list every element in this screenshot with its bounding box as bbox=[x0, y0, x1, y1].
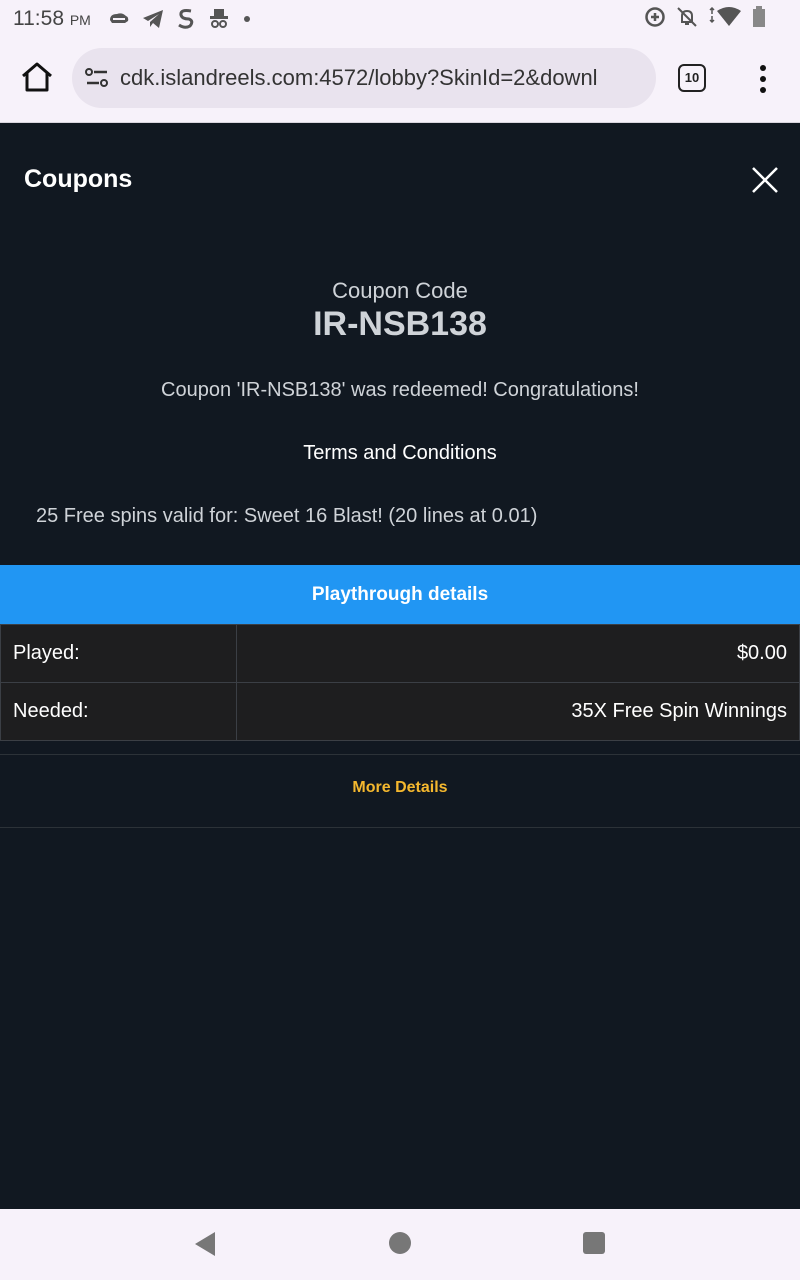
more-details-row: More Details bbox=[0, 754, 800, 828]
wifi-icon bbox=[709, 7, 741, 26]
browser-toolbar: cdk.islandreels.com:4572/lobby?SkinId=2&… bbox=[0, 38, 800, 124]
played-value: $0.00 bbox=[235, 624, 800, 683]
address-bar[interactable]: cdk.islandreels.com:4572/lobby?SkinId=2&… bbox=[72, 48, 656, 108]
dot-icon bbox=[244, 16, 250, 22]
back-icon[interactable] bbox=[193, 1231, 217, 1257]
playthrough-table: Played: $0.00 Needed: 35X Free Spin Winn… bbox=[0, 624, 800, 741]
site-settings-icon[interactable] bbox=[84, 67, 110, 89]
s-icon bbox=[178, 9, 194, 29]
coupon-code-label: Coupon Code bbox=[332, 278, 468, 303]
url-text[interactable]: cdk.islandreels.com:4572/lobby?SkinId=2&… bbox=[120, 65, 646, 91]
battery-icon bbox=[753, 6, 765, 27]
terms-text: 25 Free spins valid for: Sweet 16 Blast!… bbox=[36, 505, 538, 527]
data-saver-icon bbox=[645, 7, 665, 27]
status-ampm: PM bbox=[69, 12, 91, 28]
status-bar: 11:58 PM bbox=[0, 0, 800, 38]
table-row: Needed: 35X Free Spin Winnings bbox=[0, 682, 800, 741]
coupon-code-value: IR-NSB138 bbox=[313, 305, 487, 343]
needed-value: 35X Free Spin Winnings bbox=[235, 682, 800, 741]
tab-switcher-button[interactable]: 10 bbox=[678, 64, 706, 92]
home-icon[interactable] bbox=[20, 60, 54, 94]
redeemed-message: Coupon 'IR-NSB138' was redeemed! Congrat… bbox=[161, 379, 639, 401]
more-details-button[interactable]: More Details bbox=[0, 779, 800, 797]
playthrough-header: Playthrough details bbox=[0, 565, 800, 624]
status-icons-right bbox=[644, 6, 766, 28]
more-options-icon[interactable] bbox=[752, 64, 774, 94]
close-icon[interactable] bbox=[750, 165, 780, 195]
recents-icon[interactable] bbox=[583, 1232, 605, 1254]
cloud-icon bbox=[110, 13, 129, 23]
needed-label: Needed: bbox=[0, 682, 237, 741]
page-title: Coupons bbox=[24, 165, 133, 193]
status-icons-left bbox=[108, 8, 252, 30]
status-time: 11:58 PM bbox=[13, 7, 91, 31]
status-time-value: 11:58 bbox=[13, 7, 64, 30]
spy-icon bbox=[210, 9, 228, 28]
table-row: Played: $0.00 bbox=[0, 624, 800, 683]
system-nav-bar bbox=[0, 1209, 800, 1280]
notifications-off-icon bbox=[677, 7, 697, 27]
home-nav-icon[interactable] bbox=[389, 1232, 411, 1254]
played-label: Played: bbox=[0, 624, 237, 683]
telegram-icon bbox=[143, 10, 163, 28]
terms-heading: Terms and Conditions bbox=[303, 442, 497, 464]
coupons-page: Coupons Coupon Code IR-NSB138 Coupon 'IR… bbox=[0, 123, 800, 1209]
